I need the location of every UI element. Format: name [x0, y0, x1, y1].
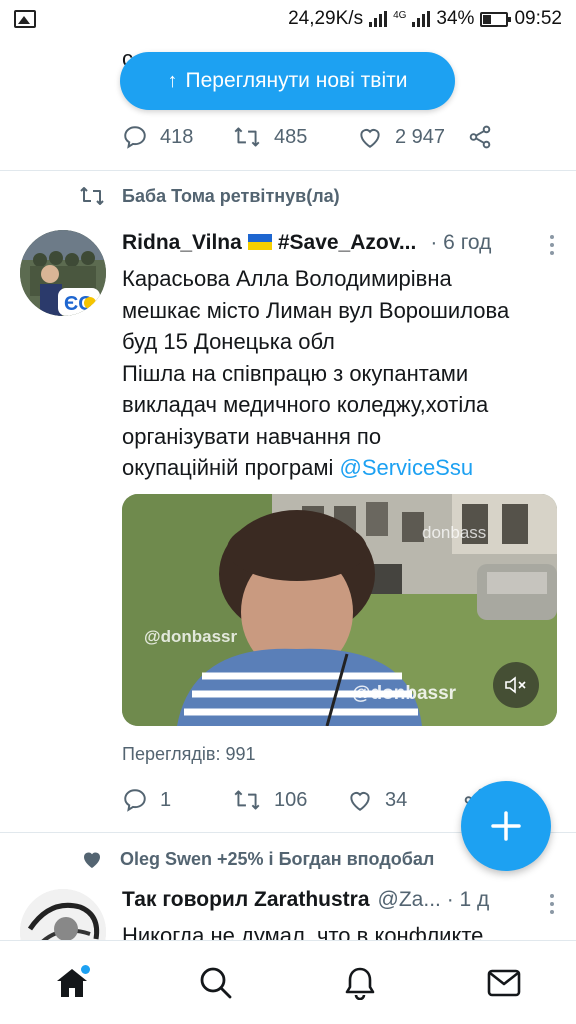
retweeted-by-label: Баба Тома ретвітнув(ла) — [122, 185, 340, 206]
tweet-line: Карасьова Алла Володимирівна — [122, 266, 452, 291]
retweet-count: 106 — [274, 788, 308, 811]
tweet-line: мешкає місто Лиман вул Ворошилова — [122, 297, 510, 323]
show-new-tweets-label: Переглянути нові твіти — [185, 69, 408, 92]
signal-icon-2 — [412, 11, 431, 27]
tweet-time: · 6 год — [430, 231, 492, 254]
arrow-up-icon: ↑ — [167, 69, 178, 92]
author-name[interactable]: Ridna_Vilna #Save_Azov... — [122, 231, 416, 255]
network-speed: 24,29K/s — [288, 8, 364, 29]
tweet-header: Так говорил Zarathustra @Za... · 1 д — [122, 888, 562, 912]
show-new-tweets-button[interactable]: ↑ Переглянути нові твіти — [120, 52, 455, 110]
author-avatar[interactable]: ЄС — [20, 230, 106, 316]
muted-speaker-icon — [505, 676, 526, 694]
signal-icon — [369, 11, 388, 27]
tweet-line: організувати навчання по — [122, 423, 382, 449]
watermark-top: donbass — [422, 523, 486, 542]
share-button[interactable] — [467, 124, 493, 150]
reply-count: 418 — [160, 125, 194, 148]
watermark-main: @donbassr — [352, 683, 457, 704]
previous-tweet-actions: 418 485 2 947 — [122, 124, 502, 150]
search-icon — [200, 967, 232, 998]
retweet-count: 485 — [274, 125, 308, 148]
mention-link[interactable]: @ServiceSsu — [339, 455, 473, 480]
retweet-button[interactable]: 485 — [232, 124, 357, 150]
reply-count: 1 — [160, 788, 172, 811]
view-count: Переглядів: 991 — [122, 744, 256, 764]
nav-home[interactable] — [42, 953, 102, 1013]
retweet-button[interactable]: 106 — [232, 787, 347, 813]
messages-icon — [487, 969, 521, 996]
avatar-image — [20, 889, 106, 940]
video-frame: @donbassr @donbassr donbass — [122, 494, 557, 726]
like-button[interactable]: 2 947 — [357, 125, 467, 149]
battery-percent: 34% — [436, 8, 475, 29]
new-content-dot — [81, 964, 90, 974]
retweet-icon — [234, 790, 260, 810]
gallery-notification-icon — [14, 10, 36, 28]
heart-icon — [360, 129, 380, 148]
author-handle: @Za... · 1 д — [377, 888, 490, 911]
reply-icon — [124, 126, 146, 149]
reply-button[interactable]: 418 — [122, 124, 232, 150]
plus-icon — [491, 811, 521, 841]
video-player[interactable]: @donbassr @donbassr donbass — [122, 494, 557, 726]
avatar-image: ЄС — [20, 230, 106, 316]
clock: 09:52 — [514, 8, 562, 29]
retweet-icon — [80, 187, 104, 205]
watermark-small: @donbassr — [144, 627, 237, 646]
liked-by-label: Oleg Swen +25% і Богдан вподобал — [120, 848, 435, 869]
retweet-icon — [234, 127, 260, 147]
reply-icon — [124, 789, 146, 812]
mute-button[interactable] — [493, 662, 539, 708]
liked-by: Oleg Swen +25% і Богдан вподобал — [80, 848, 434, 870]
nav-search[interactable] — [186, 953, 246, 1013]
nav-notifications[interactable] — [330, 953, 390, 1013]
compose-tweet-button[interactable] — [461, 781, 551, 871]
tweet-line: буд 15 Донецька обл — [122, 329, 335, 354]
tweet-line: Пішла на співпрацю з окупантами — [122, 360, 469, 386]
heart-filled-icon — [84, 852, 100, 868]
bottom-navigation — [0, 940, 576, 1024]
tweet-line-last: окупаційній програмі @ServiceSsu — [122, 455, 474, 480]
heart-icon — [350, 792, 370, 811]
nav-messages[interactable] — [474, 953, 534, 1013]
like-count: 2 947 — [395, 125, 446, 148]
tweet-divider — [0, 170, 576, 171]
tweet-line: викладач медичного коледжу,хотіла — [122, 392, 489, 417]
reply-button[interactable]: 1 — [122, 787, 232, 813]
battery-icon — [480, 11, 512, 27]
status-bar: 24,29K/s 4G 34% 09:52 — [0, 0, 576, 38]
retweeted-by: Баба Тома ретвітнув(ла) — [78, 184, 340, 208]
notifications-icon — [345, 967, 375, 1000]
tweet-header: Ridna_Vilna #Save_Azov... · 6 год — [122, 231, 562, 255]
author-name[interactable]: Так говорил Zarathustra — [122, 888, 370, 912]
more-options-icon[interactable] — [550, 894, 554, 914]
ukrainian-flag-icon — [247, 234, 272, 251]
network-type: 4G — [393, 10, 407, 21]
tweet-text: Никогда не думал, что в конфликте — [122, 923, 484, 940]
tweet-text: Карасьова Алла Володимирівна мешкає міст… — [122, 263, 562, 484]
more-options-icon[interactable] — [550, 235, 554, 255]
share-icon — [469, 125, 491, 149]
tweet-actions: 1 106 34 — [122, 787, 502, 813]
like-button[interactable]: 34 — [347, 788, 462, 812]
like-count: 34 — [385, 788, 408, 811]
author-avatar[interactable] — [20, 889, 106, 940]
